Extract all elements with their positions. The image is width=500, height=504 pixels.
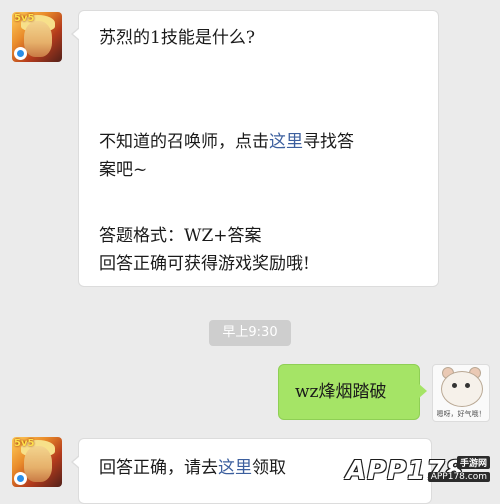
- here-link-2[interactable]: 这里: [218, 458, 252, 478]
- avatar-badge: 5v5: [14, 13, 35, 24]
- hero-portrait-icon: [24, 446, 52, 482]
- message-correct-line: 回答正确，请去这里领取: [99, 455, 286, 481]
- message-correct-suffix: 领取: [252, 458, 286, 478]
- message-hint-prefix: 不知道的召唤师，点击: [99, 132, 269, 152]
- message-reward-note: 回答正确可获得游戏奖励哦!: [99, 254, 310, 274]
- outgoing-message-text: wz烽烟踏破: [295, 382, 387, 402]
- incoming-message-bubble[interactable]: 苏烈的1技能是什么? 不知道的召唤师，点击这里寻找答 案吧~ 答题格式：WZ+答…: [71, 10, 439, 287]
- tencent-logo-icon: [14, 472, 27, 485]
- hamster-eye-left: [452, 383, 457, 388]
- message-hint-suffix: 寻找答: [303, 132, 354, 152]
- hamster-sticker-icon: [441, 371, 483, 407]
- sender-avatar[interactable]: 5v5: [12, 12, 62, 62]
- watermark-subtitle: 手游网: [456, 456, 490, 469]
- sticker-caption: 嗯呀，好气哦！: [436, 410, 486, 418]
- here-link[interactable]: 这里: [269, 132, 303, 152]
- message-answer-format: 答题格式：WZ+答案: [99, 226, 262, 246]
- avatar-badge: 5v5: [14, 438, 35, 449]
- hamster-eye-right: [465, 383, 470, 388]
- tencent-logo-icon: [14, 47, 27, 60]
- watermark-domain: APP178.com: [427, 472, 490, 482]
- message-timestamp: 早上9:30: [209, 320, 291, 346]
- outgoing-message-bubble[interactable]: wz烽烟踏破: [278, 364, 427, 420]
- message-hint-line: 不知道的召唤师，点击这里寻找答: [99, 129, 354, 155]
- site-watermark: APP178 手游网 APP178.com: [346, 452, 496, 498]
- user-avatar[interactable]: 嗯呀，好气哦！: [432, 364, 490, 422]
- hero-portrait-icon: [24, 21, 52, 57]
- message-correct-prefix: 回答正确，请去: [99, 458, 218, 478]
- sender-avatar-2[interactable]: 5v5: [12, 437, 62, 487]
- message-question: 苏烈的1技能是什么?: [99, 28, 255, 48]
- message-hint-continuation: 案吧~: [99, 160, 148, 180]
